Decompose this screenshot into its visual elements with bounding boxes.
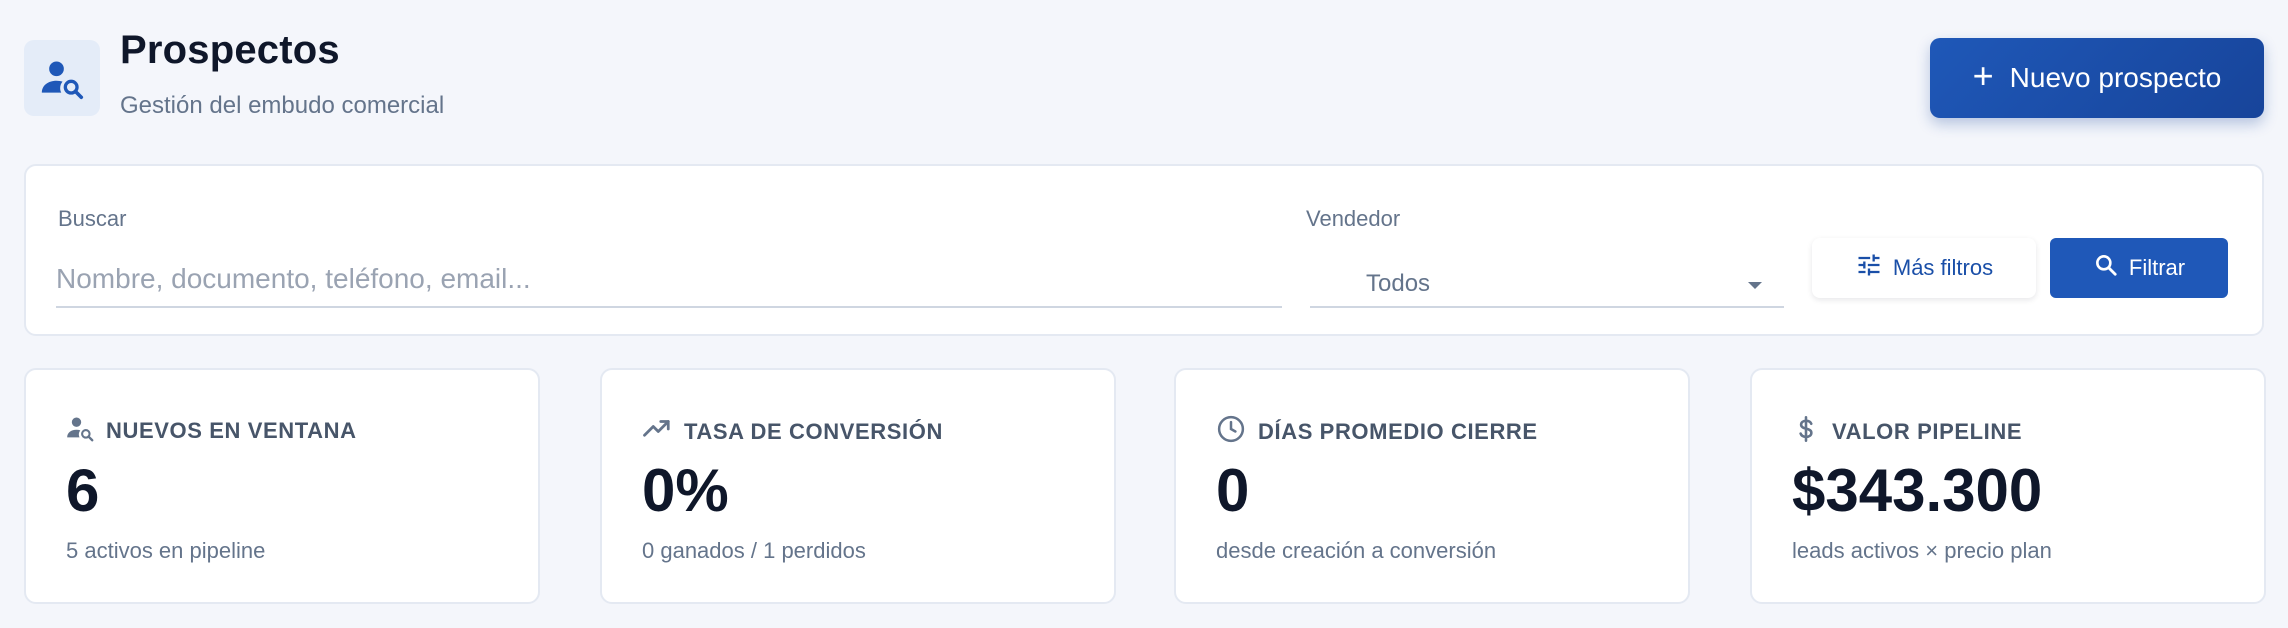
kpi-value: 6 bbox=[66, 457, 100, 524]
kpi-card-close-days: DÍAS PROMEDIO CIERRE 0 desde creación a … bbox=[1174, 368, 1690, 604]
prospects-page: Prospectos Gestión del embudo comercial … bbox=[0, 0, 2288, 628]
page-title: Prospectos bbox=[120, 28, 340, 72]
kpi-title: VALOR PIPELINE bbox=[1832, 418, 2023, 444]
new-prospect-label: Nuevo prospecto bbox=[2009, 62, 2222, 93]
page-subtitle: Gestión del embudo comercial bbox=[120, 92, 445, 119]
seller-select-value: Todos bbox=[1366, 270, 1431, 297]
user-search-icon bbox=[66, 414, 94, 447]
search-label: Buscar bbox=[58, 206, 127, 231]
dollar-icon bbox=[1792, 414, 1820, 449]
kpi-value: $343.300 bbox=[1792, 457, 2043, 524]
kpi-title: TASA DE CONVERSIÓN bbox=[684, 418, 943, 444]
search-icon bbox=[2093, 252, 2119, 284]
kpi-value: 0 bbox=[1216, 457, 1250, 524]
search-input[interactable] bbox=[56, 252, 1282, 308]
kpi-title: NUEVOS EN VENTANA bbox=[106, 417, 357, 443]
clock-icon bbox=[1216, 414, 1246, 449]
kpi-subtitle: leads activos × precio plan bbox=[1792, 538, 2052, 563]
seller-select[interactable]: Todos bbox=[1310, 264, 1784, 308]
new-prospect-button[interactable]: + Nuevo prospecto bbox=[1930, 38, 2264, 118]
kpi-subtitle: 0 ganados / 1 perdidos bbox=[642, 538, 866, 563]
seller-label: Vendedor bbox=[1306, 206, 1401, 231]
trending-up-icon bbox=[642, 414, 672, 449]
kpi-value: 0% bbox=[642, 457, 729, 524]
more-filters-button[interactable]: Más filtros bbox=[1812, 238, 2036, 298]
filter-button-label: Filtrar bbox=[2128, 255, 2186, 280]
kpi-title: DÍAS PROMEDIO CIERRE bbox=[1258, 418, 1538, 444]
kpi-subtitle: 5 activos en pipeline bbox=[66, 538, 266, 563]
kpi-card-conversion: TASA DE CONVERSIÓN 0% 0 ganados / 1 perd… bbox=[600, 368, 1116, 604]
tune-icon bbox=[1855, 251, 1883, 285]
kpi-card-pipeline-value: VALOR PIPELINE $343.300 leads activos × … bbox=[1750, 368, 2266, 604]
kpi-subtitle: desde creación a conversión bbox=[1216, 538, 1497, 563]
chevron-down-icon bbox=[1748, 282, 1762, 289]
plus-icon: + bbox=[1972, 55, 1994, 96]
kpi-card-new: NUEVOS EN VENTANA 6 5 activos en pipelin… bbox=[24, 368, 540, 604]
user-search-icon bbox=[24, 40, 100, 116]
more-filters-label: Más filtros bbox=[1892, 255, 1994, 280]
filter-button[interactable]: Filtrar bbox=[2050, 238, 2228, 298]
